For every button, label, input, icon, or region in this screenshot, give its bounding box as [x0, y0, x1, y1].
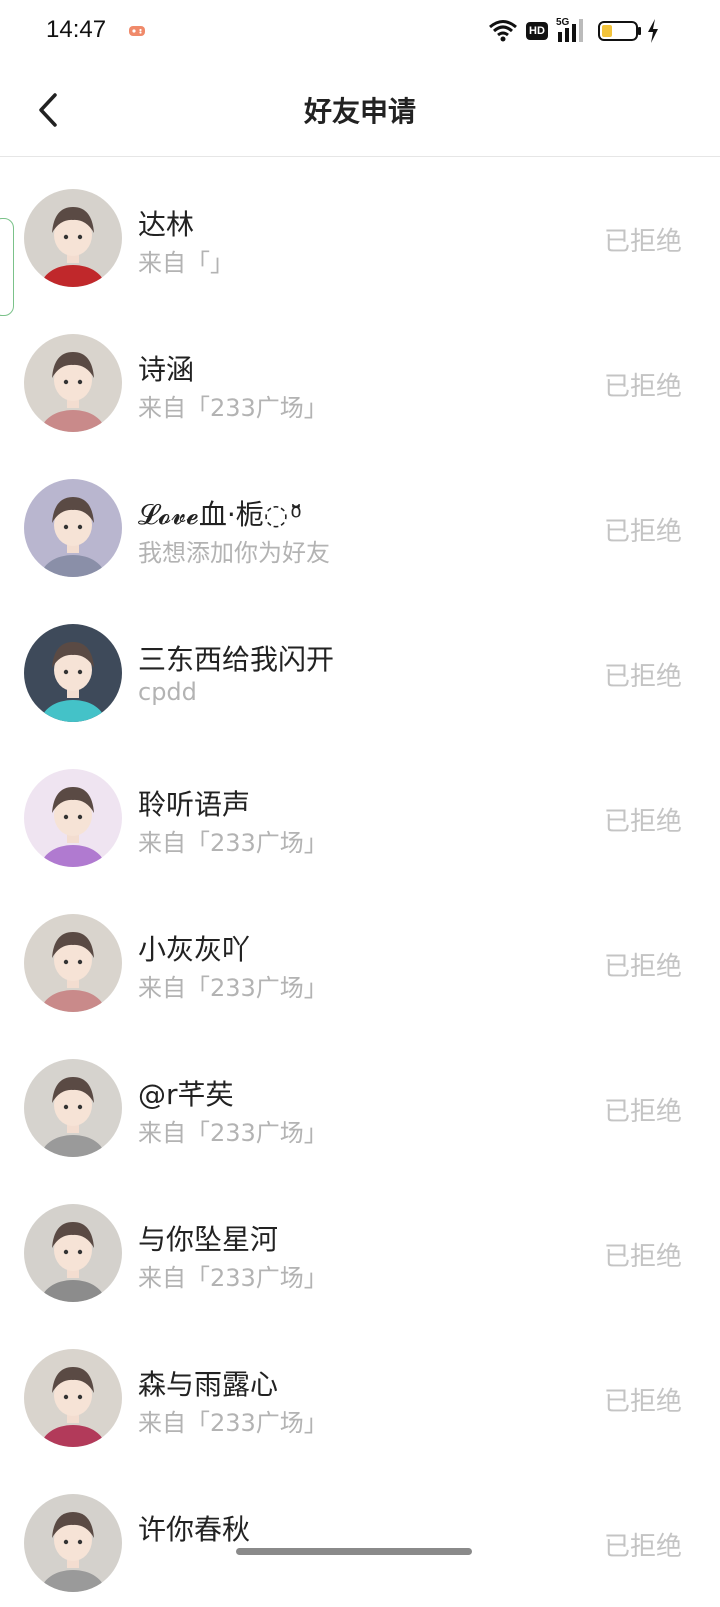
charging-icon	[648, 19, 658, 43]
avatar[interactable]	[24, 1204, 122, 1302]
friend-request-row[interactable]: 三东西给我闪开 cpdd 已拒绝	[0, 592, 720, 737]
request-name: 三东西给我闪开	[138, 643, 335, 676]
request-subtitle: 来自「233广场」	[138, 394, 328, 422]
friend-request-row[interactable]: 𝓛𝓸𝓿𝓮血·栀◌ ͦ̆̈ 我想添加你为好友 已拒绝	[0, 447, 720, 592]
request-subtitle: 来自「233广场」	[138, 1409, 328, 1437]
hd-icon: HD	[526, 22, 548, 40]
friend-request-row[interactable]: 森与雨露心来自「233广场」 已拒绝	[0, 1317, 720, 1462]
request-name: @r芊䒨	[138, 1078, 234, 1111]
avatar[interactable]	[24, 1494, 122, 1592]
request-status: 已拒绝	[603, 227, 682, 257]
request-name: 𝓛𝓸𝓿𝓮血·栀◌ ͦ̆̈	[138, 498, 296, 531]
5g-signal-icon: 5G	[556, 17, 583, 42]
request-name: 聆听语声	[138, 788, 251, 821]
request-status: 已拒绝	[603, 372, 682, 402]
request-status: 已拒绝	[603, 662, 682, 692]
request-subtitle: 来自「233广场」	[138, 1119, 328, 1147]
request-name: 诗涵	[138, 353, 195, 386]
request-name: 许你春秋	[138, 1513, 251, 1546]
request-status: 已拒绝	[603, 1097, 682, 1127]
request-subtitle: cpdd	[138, 678, 197, 706]
request-name: 达林	[138, 208, 195, 241]
friend-request-row[interactable]: 达林来自「」 已拒绝	[0, 157, 720, 302]
request-subtitle: 来自「」	[138, 249, 234, 277]
avatar[interactable]	[24, 914, 122, 1012]
request-subtitle: 来自「233广场」	[138, 1264, 328, 1292]
request-name: 森与雨露心	[138, 1368, 279, 1401]
avatar[interactable]	[24, 189, 122, 287]
request-status: 已拒绝	[603, 1532, 682, 1562]
page-title: 好友申请	[303, 95, 416, 128]
friend-request-row[interactable]: 许你春秋已拒绝	[0, 1462, 720, 1607]
avatar[interactable]	[24, 624, 122, 722]
friend-request-row[interactable]: @r芊䒨来自「233广场」 已拒绝	[0, 1027, 720, 1172]
status-time: 14:47	[46, 16, 107, 43]
avatar[interactable]	[24, 769, 122, 867]
request-subtitle: 来自「233广场」	[138, 829, 328, 857]
request-status: 已拒绝	[603, 517, 682, 547]
friend-request-row[interactable]: 诗涵来自「233广场」 已拒绝	[0, 302, 720, 447]
friend-request-row[interactable]: 小灰灰吖来自「233广场」 已拒绝	[0, 882, 720, 1027]
avatar[interactable]	[24, 479, 122, 577]
home-indicator[interactable]	[236, 1548, 472, 1555]
network-label: 5G	[556, 17, 570, 28]
friend-request-row[interactable]: 聆听语声来自「233广场」 已拒绝	[0, 737, 720, 882]
avatar[interactable]	[24, 1059, 122, 1157]
request-name: 小灰灰吖	[138, 933, 251, 966]
status-bar: 14:47 HD 5G	[0, 0, 720, 64]
game-icon	[129, 26, 145, 36]
request-subtitle: 来自「233广场」	[138, 974, 328, 1002]
request-subtitle: 我想添加你为好友	[138, 539, 330, 567]
request-name: 与你坠星河	[138, 1223, 279, 1256]
avatar[interactable]	[24, 1349, 122, 1447]
request-status: 已拒绝	[603, 1242, 682, 1272]
wifi-icon	[489, 20, 517, 42]
battery-icon	[598, 21, 641, 41]
avatar[interactable]	[24, 334, 122, 432]
request-status: 已拒绝	[603, 1387, 682, 1417]
friend-request-row[interactable]: 与你坠星河来自「233广场」 已拒绝	[0, 1172, 720, 1317]
nav-bar: 好友申请	[0, 64, 720, 157]
request-status: 已拒绝	[603, 807, 682, 837]
request-status: 已拒绝	[603, 952, 682, 982]
